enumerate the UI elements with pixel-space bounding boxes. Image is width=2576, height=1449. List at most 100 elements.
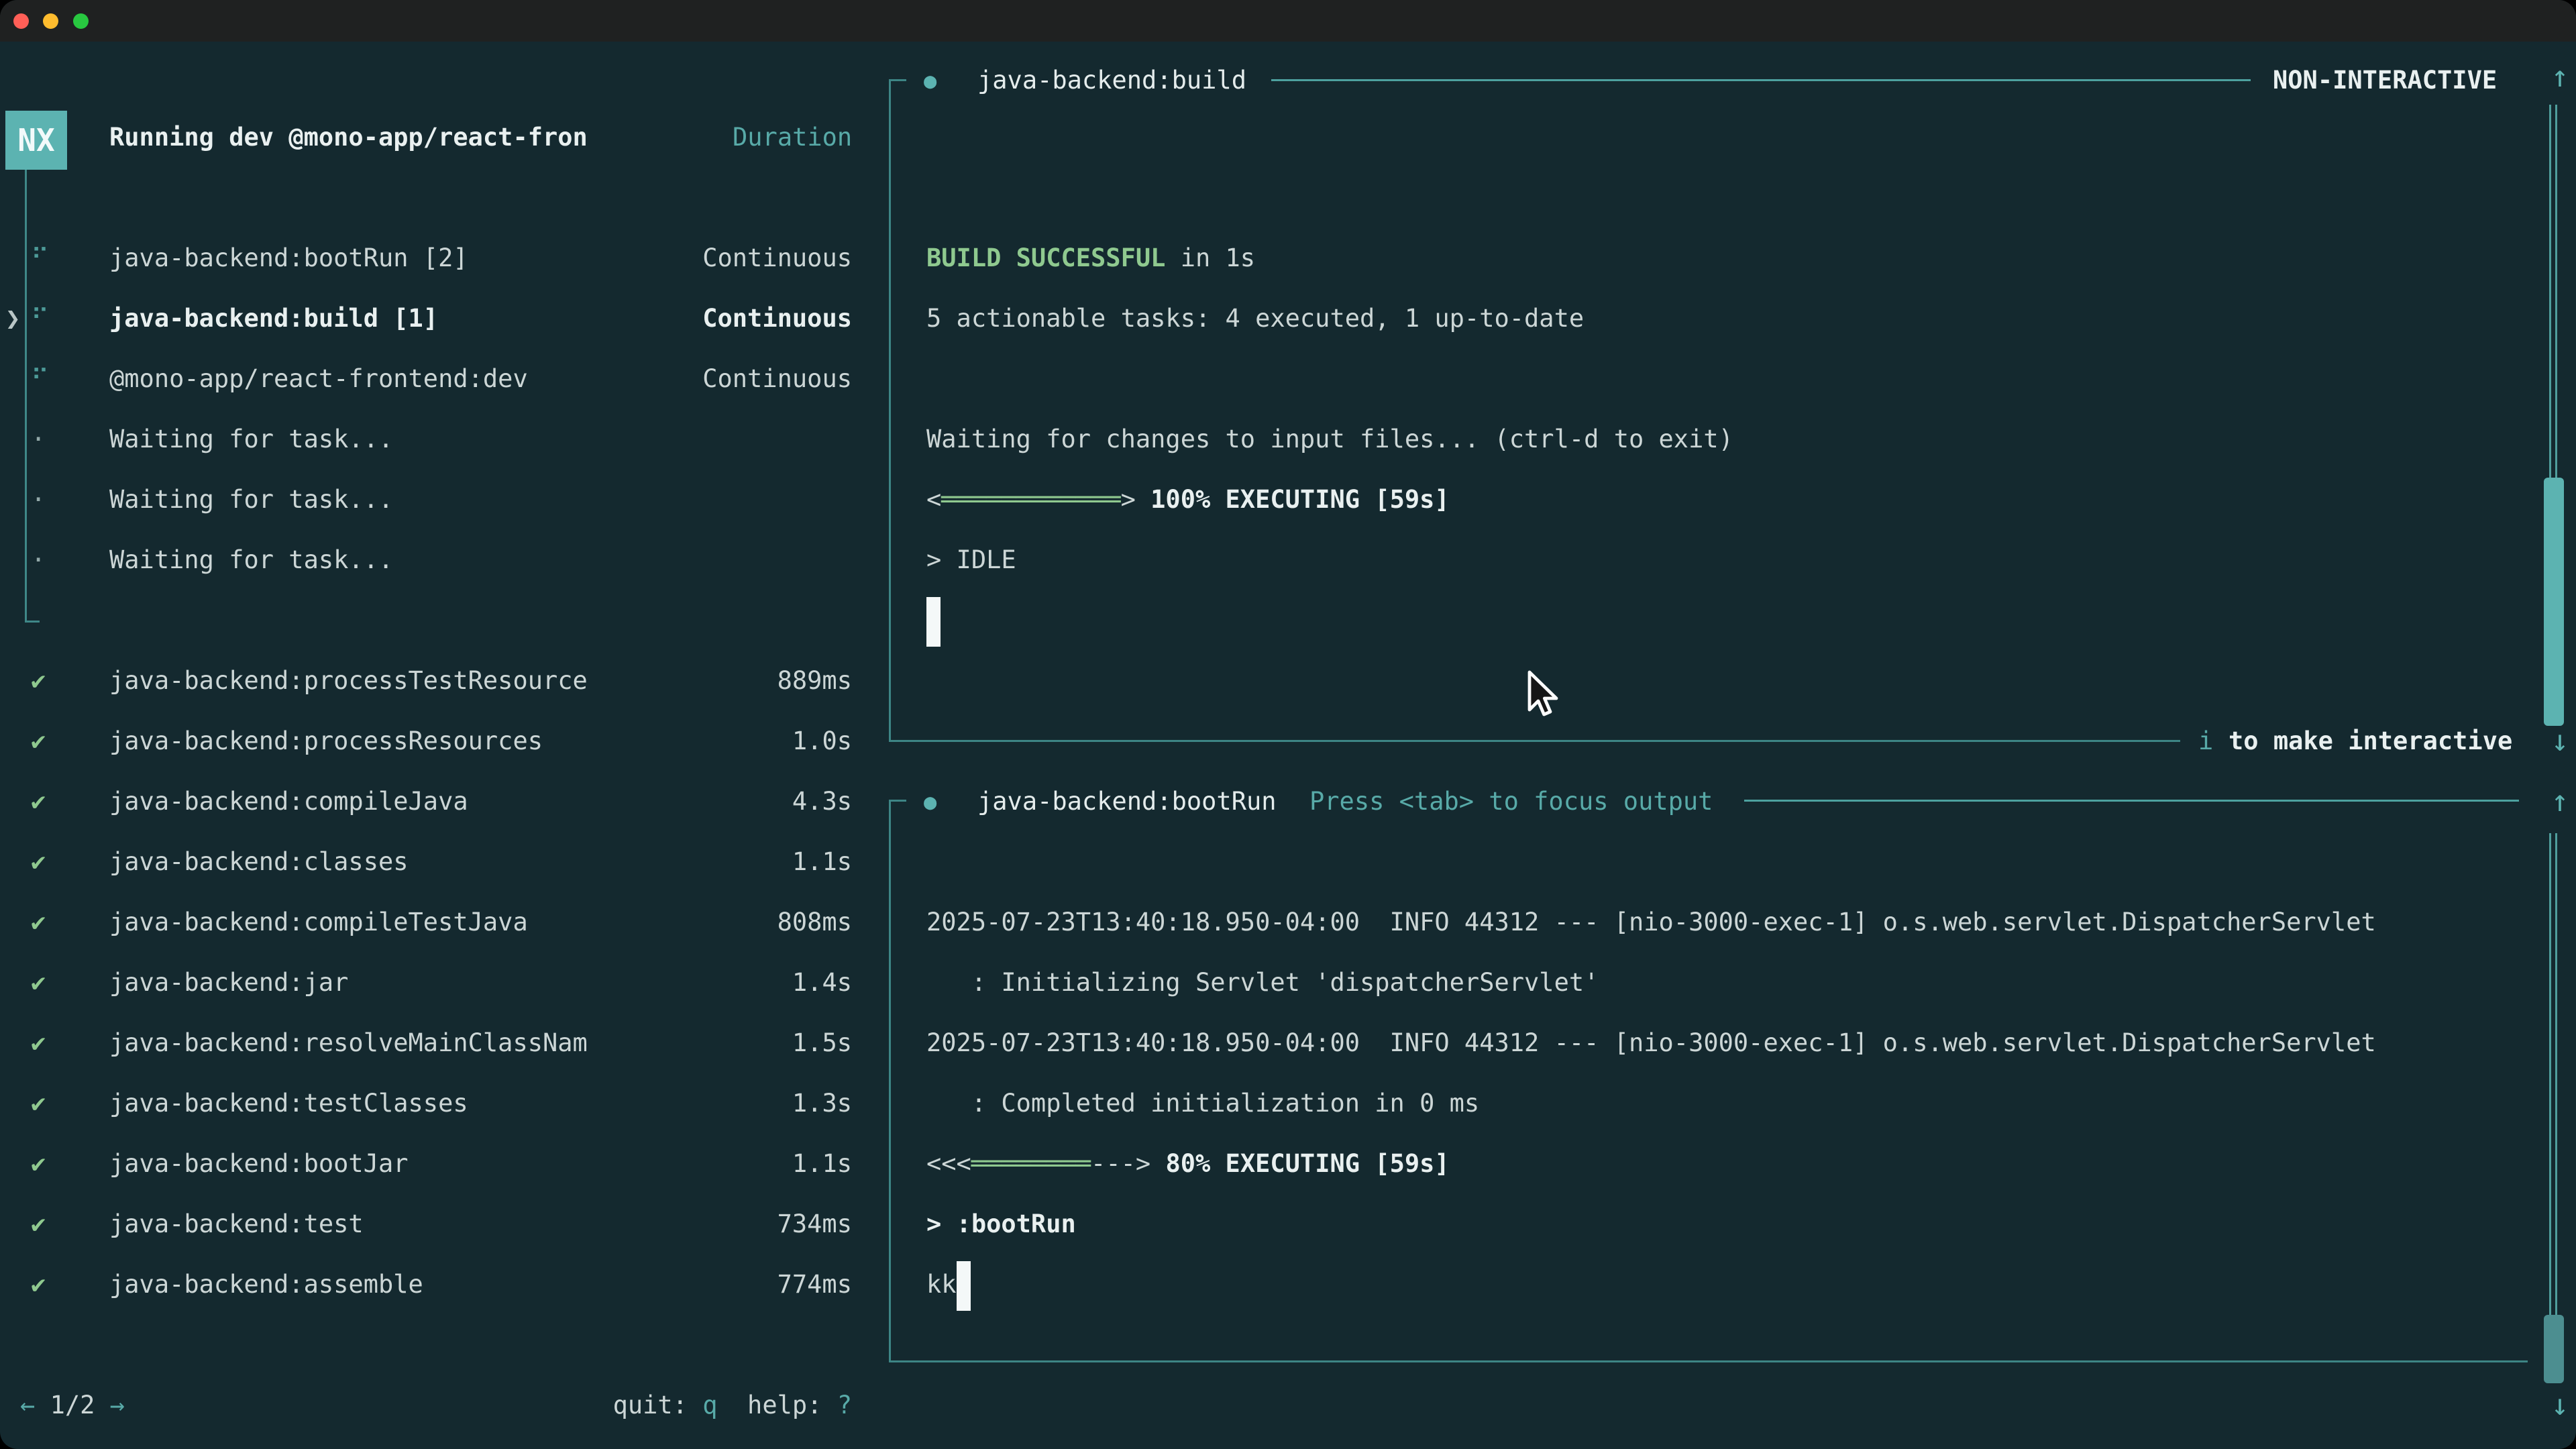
build-pane-scroll-up-icon[interactable]: ↑ bbox=[2540, 47, 2576, 107]
task-label: Waiting for task... bbox=[109, 470, 393, 530]
task-label: java-backend:processTestResource bbox=[109, 651, 588, 711]
task-label: java-backend:test bbox=[109, 1194, 364, 1254]
completed-task-row[interactable]: ✔java-backend:test734ms bbox=[0, 1194, 889, 1254]
task-row[interactable]: ⠋@mono-app/react-frontend:devContinuous bbox=[0, 349, 889, 409]
build-pane-header-rule bbox=[1271, 79, 2251, 81]
terminal-cursor bbox=[957, 1261, 971, 1311]
check-icon: ✔ bbox=[31, 892, 46, 953]
build-pane-bullet-icon: ● bbox=[924, 50, 936, 111]
quit-label: quit: bbox=[613, 1391, 703, 1419]
output-segment: kk bbox=[926, 1270, 957, 1299]
completed-task-row[interactable]: ✔ java-backend:processResources 1.0s bbox=[0, 711, 889, 771]
output-segment: BUILD SUCCESSFUL bbox=[926, 244, 1165, 272]
output-segment: ════════ bbox=[971, 1149, 1091, 1178]
task-duration: Continuous bbox=[702, 349, 852, 409]
output-line: > :bootRun bbox=[926, 1194, 1076, 1254]
output-segment bbox=[1136, 485, 1150, 514]
output-segment: in 1s bbox=[1165, 244, 1255, 272]
output-segment: 2025-07-23T13:40:18.950-04:00 INFO 44312… bbox=[926, 908, 2376, 936]
help-key: ? bbox=[837, 1391, 852, 1419]
output-line: : Completed initialization in 0 ms bbox=[926, 1073, 1479, 1134]
output-segment: 5 actionable tasks: 4 executed, 1 up-to-… bbox=[926, 304, 1584, 333]
build-pane-mode-badge: NON-INTERACTIVE bbox=[2273, 50, 2497, 111]
completed-task-row[interactable]: ✔java-backend:classes1.1s bbox=[0, 832, 889, 892]
completed-task-row[interactable]: ✔ java-backend:compileJava 4.3s bbox=[0, 771, 889, 832]
task-row[interactable]: ❯⠋java-backend:build [1]Continuous bbox=[0, 288, 889, 349]
output-segment: : Initializing Servlet 'dispatcherServle… bbox=[926, 968, 1599, 997]
check-icon: ✔ bbox=[31, 1013, 46, 1073]
output-segment: Waiting for changes to input files... (c… bbox=[926, 425, 1733, 453]
task-label: java-backend:compileJava bbox=[109, 771, 468, 832]
task-duration: 774ms bbox=[777, 1254, 852, 1315]
window-titlebar[interactable] bbox=[0, 0, 2576, 42]
build-pane-scrollbar-thumb[interactable] bbox=[2544, 478, 2564, 726]
completed-task-row[interactable]: ✔java-backend:processTestResource889ms bbox=[0, 651, 889, 711]
minimize-button[interactable] bbox=[43, 13, 58, 29]
close-button[interactable] bbox=[13, 13, 29, 29]
output-line: 2025-07-23T13:40:18.950-04:00 INFO 44312… bbox=[926, 1013, 2376, 1073]
task-label: java-backend:compileTestJava bbox=[109, 892, 528, 953]
build-pane-corner bbox=[889, 79, 906, 81]
task-duration: 1.3s bbox=[792, 1073, 852, 1134]
spinner-icon: ⠋ bbox=[31, 288, 49, 349]
build-pane-title: java-backend:build bbox=[977, 50, 1246, 111]
task-row[interactable]: ⠋java-backend:bootRun [2]Continuous bbox=[0, 228, 889, 288]
task-label: java-backend:jar bbox=[109, 953, 348, 1013]
task-duration: 4.3s bbox=[792, 771, 852, 832]
task-duration: 1.1s bbox=[792, 1134, 852, 1194]
output-segment: > IDLE bbox=[926, 545, 1016, 574]
build-pane-scroll-down-icon[interactable]: ↓ bbox=[2540, 711, 2576, 771]
bootrun-pane-corner bbox=[889, 800, 906, 802]
completed-task-row[interactable]: ✔java-backend:jar1.4s bbox=[0, 953, 889, 1013]
check-icon: ✔ bbox=[31, 1254, 46, 1315]
task-duration: Continuous bbox=[702, 228, 852, 288]
completed-task-row[interactable]: ✔java-backend:testClasses1.3s bbox=[0, 1073, 889, 1134]
check-icon: ✔ bbox=[31, 771, 46, 832]
completed-task-row[interactable]: ✔java-backend:bootJar1.1s bbox=[0, 1134, 889, 1194]
output-line: > IDLE bbox=[926, 530, 1016, 590]
task-duration: 1.0s bbox=[792, 711, 852, 771]
completed-task-row[interactable]: ✔ java-backend:compileTestJava 808ms bbox=[0, 892, 889, 953]
bootrun-pane-scrollbar-thumb[interactable] bbox=[2544, 1315, 2564, 1383]
bootrun-pane-bottom-border bbox=[889, 1360, 2528, 1362]
mouse-cursor bbox=[1523, 669, 1559, 720]
task-row[interactable]: ·Waiting for task... bbox=[0, 530, 889, 590]
build-pane-bottom-border bbox=[889, 740, 2180, 742]
bootrun-pane-scroll-up-icon[interactable]: ↑ bbox=[2540, 771, 2576, 832]
sidebar-title: Running dev @mono-app/react-fron bbox=[109, 107, 588, 168]
build-pane-left-border bbox=[889, 79, 891, 742]
task-row[interactable]: ·Waiting for task... bbox=[0, 470, 889, 530]
completed-task-row[interactable]: ✔ java-backend:assemble 774ms bbox=[0, 1254, 889, 1315]
completed-task-row[interactable]: ✔java-backend:resolveMainClassNam1.5s bbox=[0, 1013, 889, 1073]
output-segment: > bbox=[1121, 485, 1136, 514]
focus-output-hint: Press <tab> to focus output bbox=[1309, 771, 1713, 832]
output-segment bbox=[1150, 1149, 1165, 1178]
output-segment: ════════════ bbox=[941, 485, 1120, 514]
task-label: java-backend:assemble bbox=[109, 1254, 423, 1315]
spinner-icon: ⠋ bbox=[31, 228, 49, 288]
task-label: java-backend:bootJar bbox=[109, 1134, 409, 1194]
interactive-hint-label: to make interactive bbox=[2229, 711, 2512, 771]
bootrun-pane-title: java-backend:bootRun bbox=[977, 771, 1277, 832]
check-icon: ✔ bbox=[31, 832, 46, 892]
task-label: @mono-app/react-frontend:dev bbox=[109, 349, 528, 409]
output-line: Waiting for changes to input files... (c… bbox=[926, 409, 1733, 470]
task-row[interactable]: ·Waiting for task... bbox=[0, 409, 889, 470]
output-line: <════════════> 100% EXECUTING [59s] bbox=[926, 470, 1450, 530]
bootrun-pane-scrollbar-track[interactable] bbox=[2549, 833, 2557, 1382]
task-duration: 1.5s bbox=[792, 1013, 852, 1073]
output-segment: > :bootRun bbox=[926, 1210, 1076, 1238]
check-icon: ✔ bbox=[31, 711, 46, 771]
help-label: help: bbox=[718, 1391, 837, 1419]
task-tree-corner bbox=[25, 621, 40, 623]
task-duration: 808ms bbox=[777, 892, 852, 953]
zoom-button[interactable] bbox=[73, 13, 89, 29]
task-label: java-backend:classes bbox=[109, 832, 409, 892]
output-segment: 80% EXECUTING [59s] bbox=[1165, 1149, 1449, 1178]
task-label: java-backend:processResources bbox=[109, 711, 543, 771]
check-icon: ✔ bbox=[31, 651, 46, 711]
bootrun-pane-scroll-down-icon[interactable]: ↓ bbox=[2540, 1375, 2576, 1436]
output-line: kk bbox=[926, 1254, 971, 1315]
output-segment: ---> bbox=[1091, 1149, 1150, 1178]
keyboard-hints: quit: q help: ? bbox=[0, 1375, 852, 1436]
